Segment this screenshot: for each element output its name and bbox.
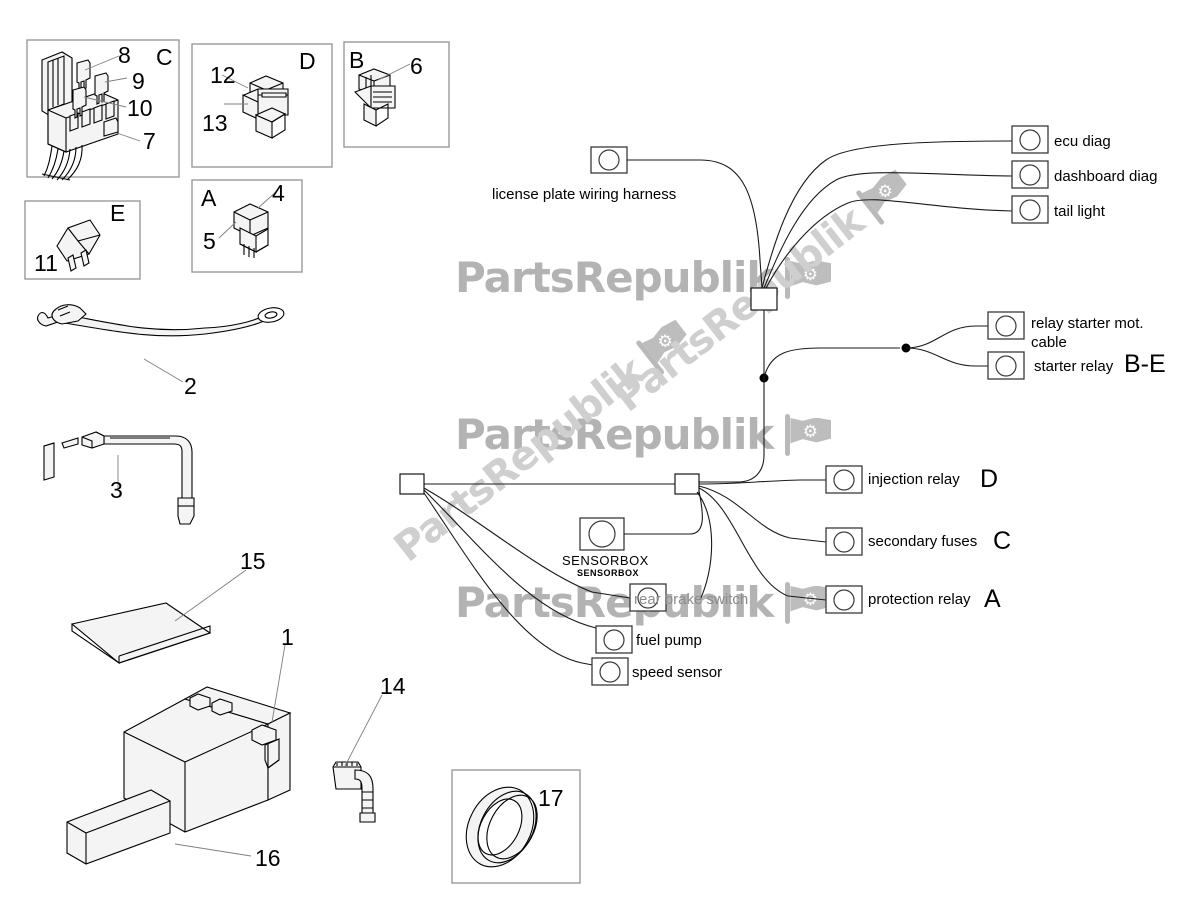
part-2-battery-cable [37,304,285,383]
callout-3: 3 [110,477,123,503]
callout-8: 8 [118,42,131,68]
callout-16: 16 [255,845,281,871]
callout-13: 13 [202,110,228,136]
part-15-plate [70,569,247,665]
label-protection-relay: protection relay [868,591,971,608]
central-junction-box [750,287,778,311]
diagram-canvas: PartsRepublik ⚙ PartsRepublik ⚙ PartsRep… [0,0,1204,903]
panel-letter-a: A [201,185,217,211]
label-injection-relay: injection relay [868,471,960,488]
callout-15: 15 [240,548,266,574]
label-ecu-diag: ecu diag [1054,133,1111,150]
label-rear-brake-switch: rear brake switch [634,591,749,608]
label-speed-sensor: speed sensor [632,664,723,681]
label-tail-light: tail light [1054,203,1105,220]
label-license-plate-wiring-harness: license plate wiring harness [492,186,677,203]
panel-letter-e: E [110,200,126,226]
callout-4: 4 [272,180,285,206]
label-fuel-pump: fuel pump [636,632,702,649]
label-sensorbox-sub: SENSORBOX [577,568,640,578]
callout-6: 6 [410,53,423,79]
callout-12: 12 [210,62,236,88]
label-relay-starter-mot: relay starter mot. [1031,315,1144,332]
lower-junction-box [674,473,700,495]
group-label-d: D [980,465,999,493]
callout-9: 9 [132,68,145,94]
panel-letter-d: D [299,48,316,74]
label-secondary-fuses: secondary fuses [868,533,978,550]
callout-7: 7 [143,128,156,154]
terminal-box-sensorbox [579,517,625,551]
callout-17: 17 [538,785,564,811]
label-sensorbox: SENSORBOX [562,553,649,568]
label-starter-relay: starter relay [1034,358,1114,375]
panel-letter-b: B [349,47,365,73]
callout-11: 11 [34,250,58,276]
group-label-a: A [984,585,1001,613]
callout-14: 14 [380,673,406,699]
callout-5: 5 [203,228,216,254]
callout-2: 2 [184,373,197,399]
group-label-be: B-E [1124,350,1166,378]
callout-1: 1 [281,624,294,650]
label-relay-starter-cable: cable [1031,334,1067,351]
group-label-c: C [993,527,1012,555]
part-14-connector [332,694,383,823]
callout-10: 10 [127,95,153,121]
terminal-box [590,146,628,174]
panel-letter-c: C [156,44,173,70]
left-junction-box [399,473,425,495]
label-dashboard-diag: dashboard diag [1054,168,1158,185]
